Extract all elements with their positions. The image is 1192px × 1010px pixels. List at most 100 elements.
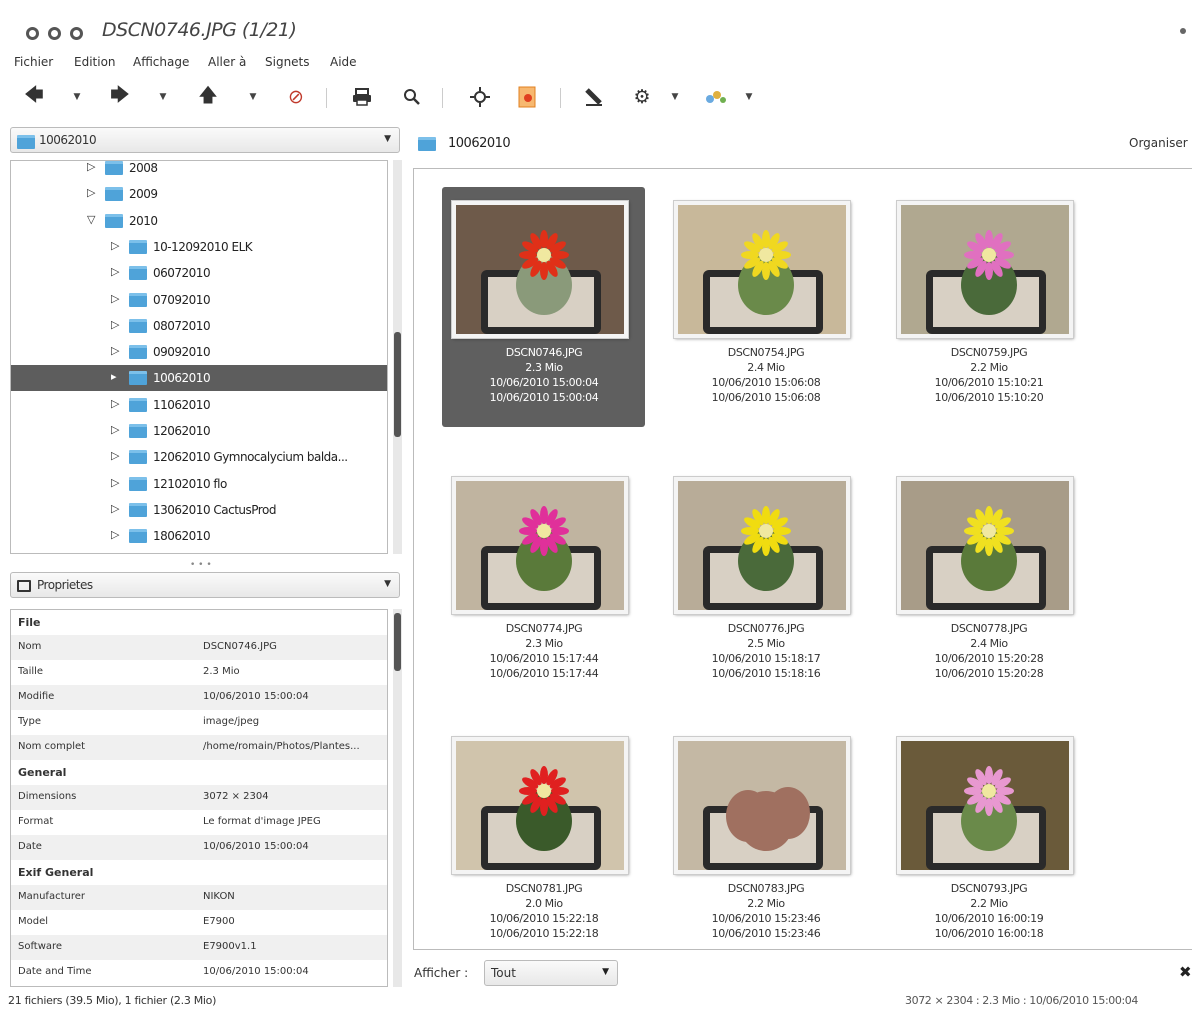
expander-icon[interactable]: ▷ <box>87 186 95 199</box>
plugins-dropdown-icon[interactable]: ▼ <box>742 82 756 112</box>
properties-scrollbar[interactable] <box>393 609 402 987</box>
fullscreen-icon[interactable] <box>464 82 496 112</box>
tree-scrollbar-thumb[interactable] <box>394 332 401 437</box>
thumbnail-image[interactable] <box>452 201 628 338</box>
thumbnail-item[interactable]: DSCN0781.JPG 2.0 Mio 10/06/2010 15:22:18 10… <box>422 705 628 945</box>
tree-item[interactable]: ▷ 12102010 flo <box>11 471 387 497</box>
properties-row: Format Le format d'image JPEG <box>11 810 387 835</box>
menu-view[interactable]: Affichage <box>133 55 189 69</box>
thumbnail-caption: DSCN0754.JPG 2.4 Mio 10/06/2010 15:06:08 10… <box>666 345 866 405</box>
tree-item[interactable]: ▷ 06072010 <box>11 260 387 286</box>
tree-item[interactable]: ▷ 2009 <box>11 181 387 207</box>
thumbnail-caption: DSCN0778.JPG 2.4 Mio 10/06/2010 15:20:28 10… <box>889 621 1089 681</box>
minimize-window-button[interactable] <box>48 27 61 40</box>
thumbnail-item[interactable]: DSCN0754.JPG 2.4 Mio 10/06/2010 15:06:08 10… <box>644 169 850 409</box>
expander-icon[interactable]: ▷ <box>111 397 119 410</box>
filter-select[interactable]: Tout ▼ <box>484 960 618 986</box>
menu-edit[interactable]: Edition <box>74 55 116 69</box>
thumbnail-image[interactable] <box>674 737 850 874</box>
folder-icon <box>105 213 123 228</box>
thumbnail-item[interactable]: DSCN0759.JPG 2.2 Mio 10/06/2010 15:10:21 10… <box>867 169 1073 409</box>
expander-icon[interactable]: ▷ <box>111 239 119 252</box>
chevron-down-icon: ▼ <box>384 579 391 589</box>
expander-icon[interactable]: ▷ <box>111 318 119 331</box>
folder-tree[interactable]: ▷ 2008 ▷ 2009 ▽ 2010 ▷ 10-12092010 ELK ▷ 06072010… <box>10 160 388 554</box>
up-arrow-icon[interactable]: 🡅 <box>192 82 224 112</box>
folder-icon <box>105 161 123 175</box>
thumbnail-image[interactable] <box>452 477 628 614</box>
expander-icon[interactable]: ▷ <box>111 292 119 305</box>
thumbnail-item[interactable]: DSCN0776.JPG 2.5 Mio 10/06/2010 15:18:17 10… <box>644 445 850 685</box>
thumbnail-image[interactable] <box>674 477 850 614</box>
back-dropdown-icon[interactable]: ▼ <box>70 82 84 112</box>
expander-icon[interactable]: ▷ <box>87 161 95 173</box>
menu-bookmarks[interactable]: Signets <box>265 55 310 69</box>
search-icon[interactable] <box>396 82 428 112</box>
close-window-button[interactable] <box>26 27 39 40</box>
tree-item[interactable]: ▸ 10062010 <box>11 365 387 392</box>
expander-icon[interactable]: ▷ <box>111 502 119 515</box>
thumbnail-image[interactable] <box>674 201 850 338</box>
settings-icon[interactable]: ⚙ <box>626 82 658 112</box>
thumbnail-item[interactable]: DSCN0793.JPG 2.2 Mio 10/06/2010 16:00:19 10… <box>867 705 1073 945</box>
properties-section-header: File <box>11 610 387 635</box>
tree-item[interactable]: ▷ 13062010 CactusProd <box>11 497 387 523</box>
edit-icon[interactable] <box>578 82 610 112</box>
expander-icon[interactable]: ▷ <box>111 528 119 541</box>
splitter-handle[interactable]: • • • <box>190 560 212 570</box>
thumbnail-item[interactable]: DSCN0746.JPG 2.3 Mio 10/06/2010 15:00:04 10… <box>422 169 645 427</box>
expander-icon[interactable]: ▷ <box>111 344 119 357</box>
properties-row: Nom complet/home/romain/Photos/Plantes..… <box>11 735 387 760</box>
thumbnail-item[interactable]: DSCN0774.JPG 2.3 Mio 10/06/2010 15:17:44 10… <box>422 445 628 685</box>
window-menu-icon[interactable] <box>1180 28 1186 34</box>
slideshow-icon[interactable] <box>512 82 544 112</box>
expander-icon[interactable]: ▸ <box>111 370 117 383</box>
forward-dropdown-icon[interactable]: ▼ <box>156 82 170 112</box>
menu-file[interactable]: Fichier <box>14 55 53 69</box>
property-value: 3072 × 2304 <box>203 791 269 802</box>
expander-icon[interactable]: ▷ <box>111 449 119 462</box>
expander-icon[interactable]: ▷ <box>111 476 119 489</box>
tree-item[interactable]: ▷ 09092010 <box>11 339 387 365</box>
tree-item[interactable]: ▷ 2008 <box>11 161 387 181</box>
forward-arrow-icon[interactable]: 🡆 <box>104 82 136 112</box>
maximize-window-button[interactable] <box>70 27 83 40</box>
folder-combo[interactable]: 10062010 ▼ <box>10 127 400 153</box>
thumbnail-image[interactable] <box>452 737 628 874</box>
organize-button[interactable]: Organiser <box>1129 136 1188 150</box>
stop-icon[interactable]: ⊘ <box>280 82 312 112</box>
thumbnail-image[interactable] <box>897 477 1073 614</box>
expander-icon[interactable]: ▷ <box>111 423 119 436</box>
properties-combo-value: Proprietes <box>37 578 93 592</box>
menu-go[interactable]: Aller à <box>208 55 246 69</box>
plugins-icon[interactable] <box>700 82 732 112</box>
tree-item[interactable]: ▷ 18062010 <box>11 523 387 549</box>
tree-item-label: 11062010 <box>153 397 211 412</box>
folder-icon <box>129 318 147 333</box>
property-key: Nom complet <box>18 741 86 752</box>
thumbnail-image[interactable] <box>897 201 1073 338</box>
tree-item[interactable]: ▷ 08072010 <box>11 313 387 339</box>
back-arrow-icon[interactable]: 🡄 <box>18 82 50 112</box>
property-key: Nom <box>18 641 42 652</box>
print-icon[interactable] <box>346 82 378 112</box>
menu-help[interactable]: Aide <box>330 55 357 69</box>
tree-item[interactable]: ▷ 07092010 <box>11 287 387 313</box>
close-icon[interactable]: ✖ <box>1179 963 1192 981</box>
thumbnail-item[interactable]: DSCN0783.JPG 2.2 Mio 10/06/2010 15:23:46 10… <box>644 705 850 945</box>
expander-icon[interactable]: ▷ <box>111 265 119 278</box>
properties-scrollbar-thumb[interactable] <box>394 613 401 671</box>
property-key: Taille <box>18 666 44 677</box>
thumbnail-item[interactable]: DSCN0778.JPG 2.4 Mio 10/06/2010 15:20:28 10… <box>867 445 1073 685</box>
settings-dropdown-icon[interactable]: ▼ <box>668 82 682 112</box>
properties-combo[interactable]: Proprietes ▼ <box>10 572 400 598</box>
tree-item[interactable]: ▽ 2010 <box>11 208 387 234</box>
expander-icon[interactable]: ▽ <box>87 213 95 226</box>
up-dropdown-icon[interactable]: ▼ <box>246 82 260 112</box>
tree-item[interactable]: ▷ 11062010 <box>11 392 387 418</box>
thumbnail-image[interactable] <box>897 737 1073 874</box>
tree-item[interactable]: ▷ 12062010 Gymnocalycium balda... <box>11 444 387 470</box>
tree-scrollbar[interactable] <box>393 160 402 554</box>
tree-item[interactable]: ▷ 10-12092010 ELK <box>11 234 387 260</box>
tree-item[interactable]: ▷ 12062010 <box>11 418 387 444</box>
